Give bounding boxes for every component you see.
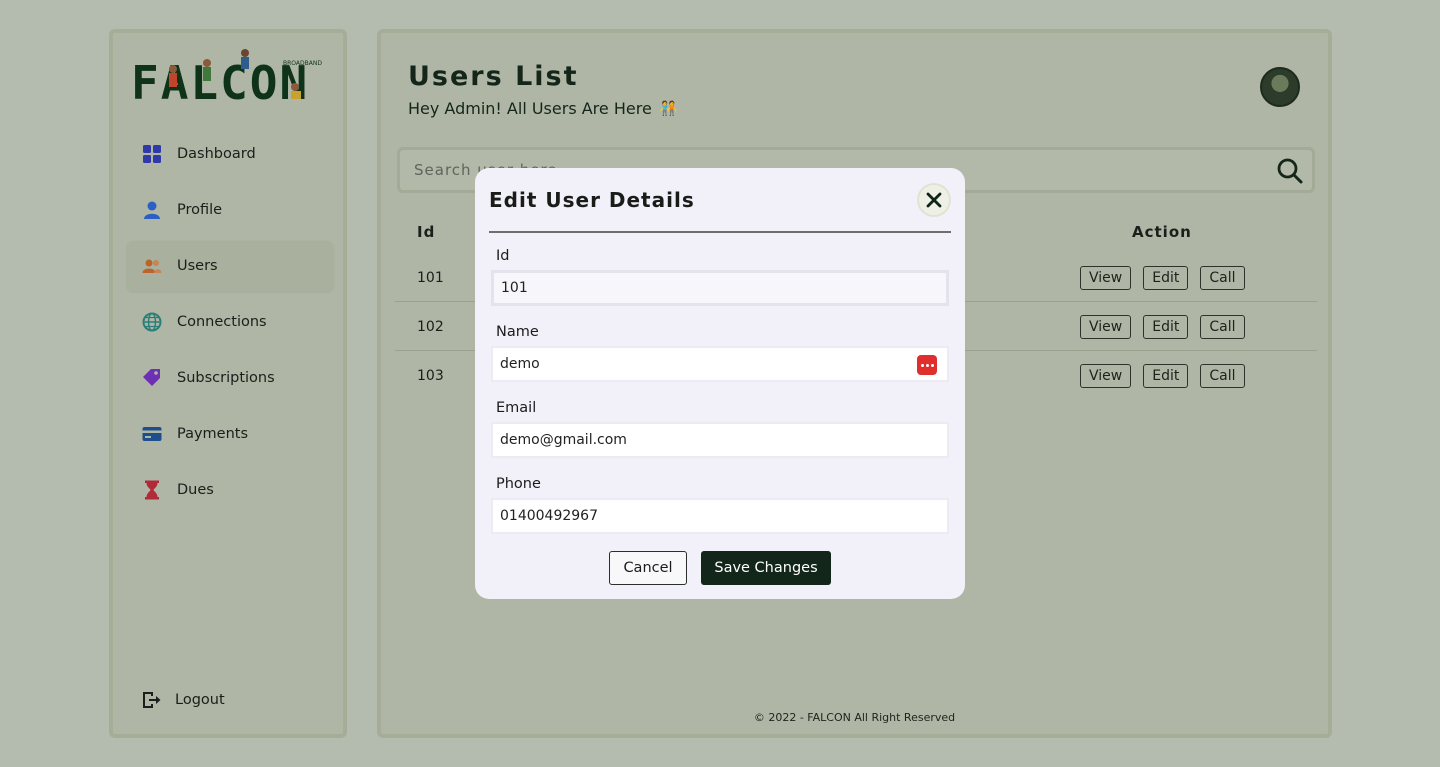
users-group-icon (141, 255, 163, 277)
page-title: Users List (408, 61, 579, 92)
modal-title: Edit User Details (489, 188, 695, 212)
sidebar-item-label: Connections (177, 314, 267, 330)
logo-tagline: BROADBAND (283, 60, 322, 67)
save-changes-button[interactable]: Save Changes (701, 551, 831, 585)
password-manager-icon[interactable] (917, 355, 937, 375)
name-field-group: Name (491, 324, 949, 382)
sidebar-item-dues[interactable]: Dues (127, 465, 333, 515)
sidebar-item-dashboard[interactable]: Dashboard (127, 129, 333, 179)
page-subtitle: Hey Admin! All Users Are Here 🧑‍🤝‍🧑 (408, 99, 677, 118)
sidebar: FALCON BROADBAND Dashboard Profile Users (109, 29, 347, 738)
email-field-group: Email (491, 400, 949, 458)
sidebar-item-subscriptions[interactable]: Subscriptions (127, 353, 333, 403)
view-button[interactable]: View (1080, 266, 1132, 290)
sidebar-item-label: Payments (177, 426, 249, 442)
close-button[interactable] (919, 185, 949, 215)
cell-id: 102 (417, 319, 444, 335)
email-label: Email (496, 400, 537, 416)
logout-button[interactable]: Logout (141, 689, 225, 711)
sidebar-item-profile[interactable]: Profile (127, 185, 333, 235)
falcon-logo-image: FALCON BROADBAND (131, 49, 322, 110)
falcon-logo[interactable]: FALCON BROADBAND (131, 47, 331, 110)
call-button[interactable]: Call (1200, 315, 1245, 339)
search-icon[interactable] (1276, 157, 1304, 185)
edit-button[interactable]: Edit (1143, 266, 1189, 290)
edit-button[interactable]: Edit (1143, 364, 1189, 388)
call-button[interactable]: Call (1200, 364, 1245, 388)
sidebar-item-connections[interactable]: Connections (127, 297, 333, 347)
column-header-action: Action (1132, 223, 1192, 241)
cell-id: 103 (417, 368, 444, 384)
credit-card-icon (141, 423, 163, 445)
call-button[interactable]: Call (1200, 266, 1245, 290)
modal-actions: Cancel Save Changes (475, 551, 965, 585)
sidebar-item-label: Subscriptions (177, 370, 275, 386)
page-subtitle-text: Hey Admin! All Users Are Here (408, 99, 652, 118)
sidebar-item-label: Profile (177, 202, 223, 218)
sidebar-nav: Dashboard Profile Users Connections Subs… (127, 129, 333, 521)
row-actions: View Edit Call (1080, 364, 1245, 388)
id-field[interactable] (491, 270, 949, 306)
id-label: Id (496, 248, 510, 264)
phone-label: Phone (496, 476, 541, 492)
footer-copyright: © 2022 - FALCON All Right Reserved (753, 711, 956, 724)
email-field[interactable] (491, 422, 949, 458)
logout-label: Logout (175, 692, 225, 708)
column-header-id: Id (417, 223, 436, 241)
avatar[interactable] (1260, 67, 1300, 107)
edit-user-modal: Edit User Details Id Name Email Phone Ca… (475, 168, 965, 599)
name-label: Name (496, 324, 539, 340)
hourglass-icon (141, 479, 163, 501)
phone-field[interactable] (491, 498, 949, 534)
logout-icon (141, 689, 163, 711)
sidebar-item-payments[interactable]: Payments (127, 409, 333, 459)
row-actions: View Edit Call (1080, 315, 1245, 339)
people-emoji-icon: 🧑‍🤝‍🧑 (659, 100, 678, 117)
view-button[interactable]: View (1080, 315, 1132, 339)
user-icon (141, 199, 163, 221)
sidebar-item-users[interactable]: Users (127, 241, 333, 291)
close-icon (926, 192, 942, 208)
sidebar-item-label: Dues (177, 482, 214, 498)
sidebar-item-label: Users (177, 258, 218, 274)
tag-icon (141, 367, 163, 389)
cell-id: 101 (417, 270, 444, 286)
cancel-button[interactable]: Cancel (609, 551, 687, 585)
row-actions: View Edit Call (1080, 266, 1245, 290)
view-button[interactable]: View (1080, 364, 1132, 388)
name-field[interactable] (491, 346, 949, 382)
phone-field-group: Phone (491, 476, 949, 534)
modal-divider (489, 231, 951, 233)
sidebar-item-label: Dashboard (177, 146, 256, 162)
globe-icon (141, 311, 163, 333)
id-field-group: Id (491, 248, 949, 306)
edit-button[interactable]: Edit (1143, 315, 1189, 339)
dashboard-grid-icon (141, 143, 163, 165)
